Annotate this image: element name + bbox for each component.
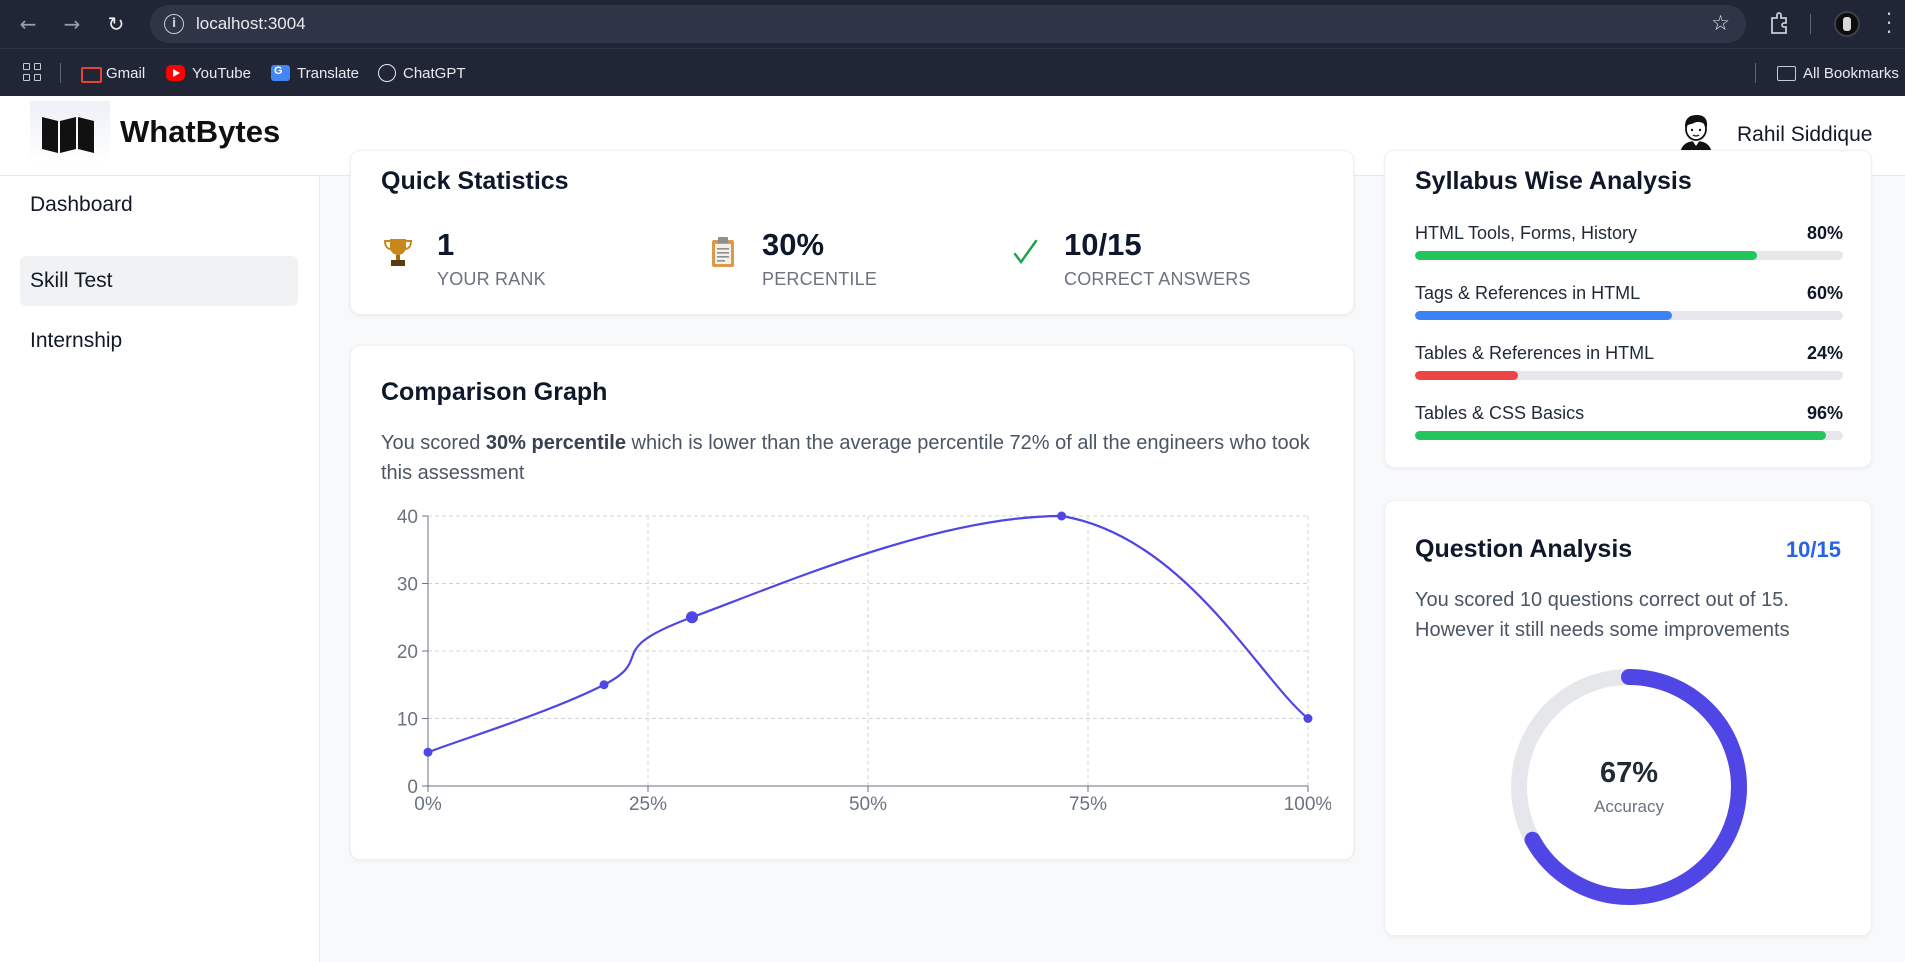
quick-statistics-title: Quick Statistics xyxy=(381,167,569,195)
syllabus-percent: 96% xyxy=(1806,403,1843,423)
bookmark-label: ChatGPT xyxy=(403,64,466,82)
bookmark-divider xyxy=(60,63,61,83)
logo[interactable] xyxy=(30,101,110,163)
x-tick-label: 50% xyxy=(849,794,887,815)
rank-value: 1 xyxy=(437,227,455,262)
translate-icon xyxy=(271,65,290,81)
clipboard-icon xyxy=(712,237,734,267)
data-point xyxy=(423,747,433,757)
bookmark-youtube[interactable]: YouTube xyxy=(166,62,251,84)
check-icon xyxy=(1013,239,1038,265)
gmail-icon xyxy=(80,65,102,83)
bookmark-label: YouTube xyxy=(192,64,251,82)
forward-icon[interactable]: → xyxy=(60,12,84,36)
sidebar-item-internship[interactable]: Internship xyxy=(20,316,298,366)
syllabus-topic: Tags & References in HTML xyxy=(1415,283,1641,303)
trophy-icon xyxy=(383,239,413,266)
y-tick-label: 0 xyxy=(407,777,418,798)
all-bookmarks-label: All Bookmarks xyxy=(1803,64,1899,82)
progress-fill xyxy=(1415,311,1672,320)
bookmark-star-icon[interactable]: ☆ xyxy=(1711,11,1730,35)
back-icon[interactable]: ← xyxy=(16,12,40,36)
comparison-graph-title: Comparison Graph xyxy=(381,378,608,406)
syllabus-percent: 60% xyxy=(1806,283,1843,303)
progress-track xyxy=(1415,251,1843,260)
browser-toolbar: ← → ↻ i localhost:3004 ☆ · · · xyxy=(0,0,1905,48)
progress-track xyxy=(1415,431,1843,440)
bookmark-chatgpt[interactable]: ChatGPT xyxy=(378,62,466,84)
syllabus-topic: Tables & CSS Basics xyxy=(1415,403,1585,423)
syllabus-percent: 24% xyxy=(1806,343,1843,363)
logo-icon xyxy=(42,117,94,153)
user-name[interactable]: Rahil Siddique xyxy=(1737,123,1872,147)
data-point xyxy=(686,611,698,624)
youtube-icon xyxy=(166,65,185,81)
progress-track xyxy=(1415,311,1843,320)
syllabus-topic: Tables & References in HTML xyxy=(1415,343,1655,363)
more-menu-icon[interactable]: · · · xyxy=(1884,4,1894,42)
bookmark-divider xyxy=(1755,63,1756,83)
bookmarks-bar: Gmail YouTube Translate ChatGPT All Book… xyxy=(0,48,1905,96)
data-point xyxy=(1303,714,1313,723)
question-analysis-title: Question Analysis xyxy=(1415,535,1633,563)
site-info-icon[interactable]: i xyxy=(164,14,184,34)
all-bookmarks-button[interactable]: All Bookmarks xyxy=(1777,62,1899,84)
rank-label: YOUR RANK xyxy=(437,269,546,289)
data-point xyxy=(599,680,609,690)
sidebar-item-dashboard[interactable]: Dashboard xyxy=(20,180,298,230)
question-analysis-card: Question Analysis 10/15 You scored 10 qu… xyxy=(1384,500,1872,936)
bookmark-label: Gmail xyxy=(106,64,146,82)
syllabus-topic: HTML Tools, Forms, History xyxy=(1415,223,1638,243)
correct-answers-label: CORRECT ANSWERS xyxy=(1064,269,1251,289)
sidebar-item-skill-test[interactable]: Skill Test xyxy=(20,256,298,306)
bookmark-gmail[interactable]: Gmail xyxy=(80,62,145,84)
brand-name: WhatBytes xyxy=(120,114,281,149)
y-tick-label: 40 xyxy=(397,507,418,528)
toolbar-divider xyxy=(1810,14,1811,34)
address-bar[interactable]: i localhost:3004 ☆ xyxy=(150,5,1746,43)
correct-answers-value: 10/15 xyxy=(1064,227,1142,262)
x-tick-label: 75% xyxy=(1069,794,1107,815)
percentile-label: PERCENTILE xyxy=(762,269,878,289)
profile-avatar-icon[interactable] xyxy=(1834,11,1860,37)
bookmark-translate[interactable]: Translate xyxy=(271,62,359,84)
progress-fill xyxy=(1415,431,1826,440)
x-tick-label: 100% xyxy=(1284,794,1331,815)
comparison-description: You scored 30% percentile which is lower… xyxy=(381,428,1321,488)
question-score: 10/15 xyxy=(1785,537,1841,562)
url-text[interactable]: localhost:3004 xyxy=(196,14,306,34)
progress-fill xyxy=(1415,371,1518,380)
x-tick-label: 0% xyxy=(414,794,442,815)
accuracy-caption: Accuracy xyxy=(1594,797,1664,816)
question-analysis-description: You scored 10 questions correct out of 1… xyxy=(1415,589,1790,641)
quick-statistics-card: Quick Statistics 1 YOUR RANK 30% PERCENT… xyxy=(350,150,1354,315)
apps-grid-icon[interactable] xyxy=(23,63,43,83)
desc-text: You scored xyxy=(381,432,486,454)
extensions-icon[interactable] xyxy=(1768,10,1792,40)
bookmark-label: Translate xyxy=(297,64,359,82)
comparison-chart: 0% 25% 50% 75% 100% 0 10 20 30 40 xyxy=(397,507,1331,815)
y-tick-label: 30 xyxy=(397,575,418,596)
percentile-value: 30% xyxy=(762,227,825,262)
folder-icon xyxy=(1777,65,1796,81)
chatgpt-icon xyxy=(378,64,396,82)
y-tick-label: 10 xyxy=(397,710,418,731)
syllabus-percent: 80% xyxy=(1806,223,1843,243)
x-tick-label: 25% xyxy=(629,794,667,815)
desc-highlight: 30% percentile xyxy=(485,432,626,454)
data-point xyxy=(1057,511,1067,521)
y-tick-label: 20 xyxy=(397,642,418,663)
progress-track xyxy=(1415,371,1843,380)
progress-fill xyxy=(1415,251,1758,260)
syllabus-title: Syllabus Wise Analysis xyxy=(1415,167,1692,195)
syllabus-analysis-card: Syllabus Wise Analysis HTML Tools, Forms… xyxy=(1384,150,1872,468)
comparison-graph-card: Comparison Graph You scored 30% percenti… xyxy=(350,345,1354,860)
accuracy-value: 67% xyxy=(1599,757,1659,789)
sidebar: Dashboard Skill Test Internship xyxy=(0,176,320,962)
reload-icon[interactable]: ↻ xyxy=(104,12,128,36)
